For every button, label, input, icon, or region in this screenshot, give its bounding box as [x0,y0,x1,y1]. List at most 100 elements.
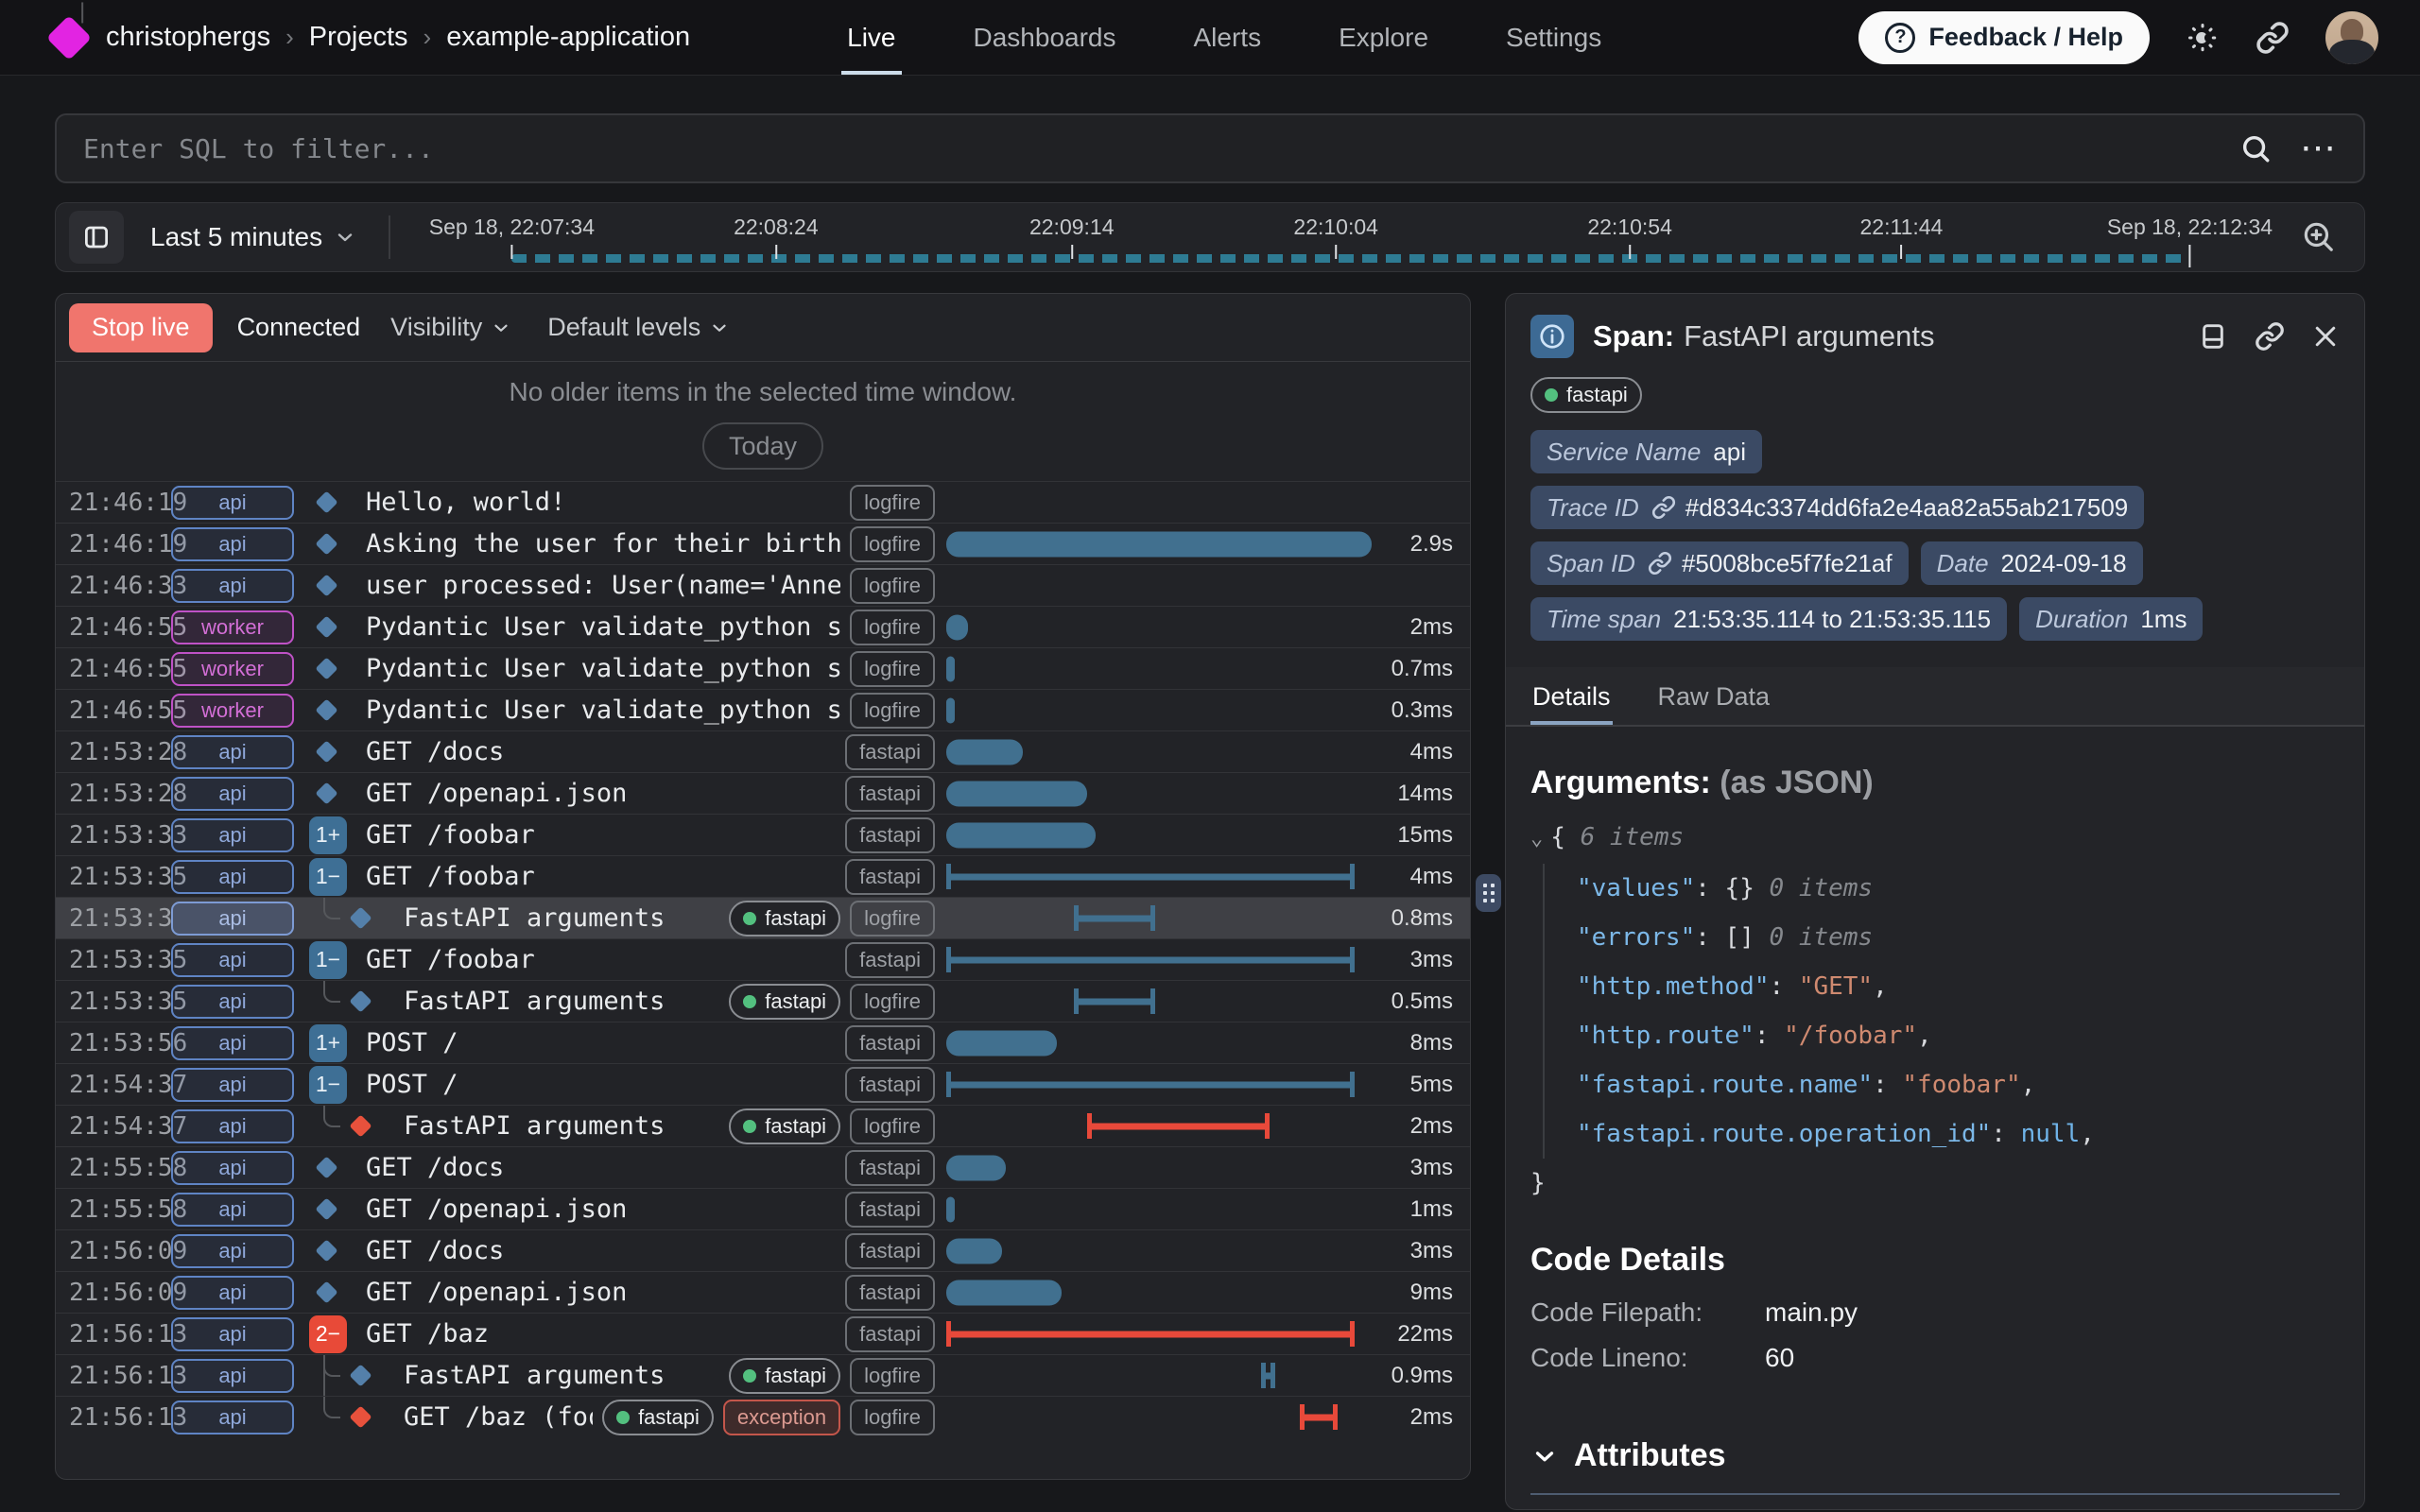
meta-chip-span-id[interactable]: Span ID#5008bce5f7fe21af [1530,541,1909,585]
detail-tab-raw-data[interactable]: Raw Data [1656,667,1772,725]
row-duration: 3ms [1372,1155,1453,1181]
trace-row[interactable]: 21:53:35 api FastAPI arguments fastapilo… [56,897,1470,938]
trace-row[interactable]: 21:53:28 api GET /openapi.json fastapi 1… [56,772,1470,814]
trace-row[interactable]: 21:56:13 api 2− GET /baz fastapi 22ms [56,1313,1470,1354]
collapse-toggle-badge[interactable]: 1− [309,941,347,979]
detail-tab-details[interactable]: Details [1530,667,1613,725]
user-avatar[interactable] [2325,11,2378,64]
chip-value: 1ms [2140,605,2187,634]
collapse-toggle-badge[interactable]: 2− [309,1315,347,1353]
trace-row[interactable]: 21:53:35 api FastAPI arguments fastapilo… [56,980,1470,1022]
row-message: GET /baz [366,1319,836,1349]
chip-label: Span ID [1547,549,1635,578]
row-timestamp: 21:56:09 [69,1279,164,1307]
search-icon[interactable] [2239,132,2272,164]
trace-row[interactable]: 21:46:55 worker Pydantic User validate_p… [56,647,1470,689]
row-marker [307,981,394,1022]
trace-row[interactable]: 21:46:55 worker Pydantic User validate_p… [56,606,1470,647]
collapse-toggle-badge[interactable]: 1− [309,1066,347,1104]
chevron-down-icon[interactable]: ⌄ [1530,827,1543,850]
collapse-toggle-badge[interactable]: 1− [309,858,347,896]
trace-row[interactable]: 21:54:37 api FastAPI arguments fastapilo… [56,1105,1470,1146]
row-scope-tags: fastapiexceptionlogfire [602,1400,935,1435]
theme-toggle-icon[interactable] [2186,21,2220,55]
attributes-section-toggle[interactable]: Attributes [1530,1437,2340,1474]
trace-row[interactable]: 21:55:58 api GET /docs fastapi 3ms [56,1146,1470,1188]
code-detail-label: Code Lineno: [1530,1335,1765,1381]
breadcrumb-org[interactable]: christophergs [106,22,270,53]
service-tag-api: api [171,569,294,603]
duration-bar-area [946,648,1372,689]
scope-tag-fastapi: fastapi [845,1233,935,1269]
meta-chip-trace-id[interactable]: Trace ID#d834c3374dd6fa2e4aa82a55ab21750… [1530,486,2144,529]
scope-tag-fastapi: fastapi [845,1150,935,1186]
trace-row[interactable]: 21:56:09 api GET /docs fastapi 3ms [56,1229,1470,1271]
tab-alerts[interactable]: Alerts [1188,0,1268,75]
breadcrumb-project[interactable]: example-application [446,22,690,53]
code-detail-row: Code Filepath:main.py [1530,1290,2340,1335]
trace-row[interactable]: 21:53:33 api 1+ GET /foobar fastapi 15ms [56,814,1470,855]
trace-row[interactable]: 21:56:09 api GET /openapi.json fastapi 9… [56,1271,1470,1313]
close-icon[interactable] [2311,322,2340,351]
meta-chip-duration: Duration1ms [2019,597,2203,641]
split-view-icon[interactable] [2198,321,2228,352]
trace-row[interactable]: 21:53:35 api 1− GET /foobar fastapi 4ms [56,855,1470,897]
trace-row[interactable]: 21:53:28 api GET /docs fastapi 4ms [56,730,1470,772]
panel-resize-handle[interactable] [1476,874,1501,912]
breadcrumb-projects[interactable]: Projects [309,22,408,53]
trace-row[interactable]: 21:46:19 api Hello, world! logfire [56,481,1470,523]
logfire-logo-icon[interactable] [46,14,92,60]
tab-live[interactable]: Live [841,0,901,75]
trace-row[interactable]: 21:55:58 api GET /openapi.json fastapi 1… [56,1188,1470,1229]
row-marker: 1+ [307,815,356,855]
trace-row[interactable]: 21:46:19 api Asking the user for their b… [56,523,1470,564]
collapse-toggle-badge[interactable]: 1+ [309,1024,347,1062]
tree-connector [323,1355,340,1377]
row-scope-tags: fastapi [845,1025,935,1061]
share-link-icon[interactable] [2256,21,2290,55]
main-content: Stop live Connected Visibility Default l… [55,293,2365,1510]
duration-bar-area [946,482,1372,523]
time-range-select[interactable]: Last 5 minutes [145,221,362,253]
sql-filter-bar: ⋯ [55,113,2365,183]
row-scope-tags: fastapi [845,942,935,978]
default-levels-dropdown[interactable]: Default levels [542,312,735,343]
duration-bar [1074,915,1155,921]
tree-connector [323,898,340,919]
json-line: ⌄{ 9 items [1530,1504,2340,1509]
grip-dots-icon [1483,884,1495,902]
scope-tag-fastapi: fastapi [729,1358,840,1394]
duration-bar-area [946,1272,1372,1313]
tab-settings[interactable]: Settings [1500,0,1607,75]
trace-row[interactable]: 21:53:35 api 1− GET /foobar fastapi 3ms [56,938,1470,980]
collapse-toggle-badge[interactable]: 1+ [309,816,347,854]
duration-bar-area [946,607,1372,647]
today-button[interactable]: Today [702,422,823,470]
row-marker [307,773,356,814]
stop-live-button[interactable]: Stop live [69,303,213,352]
chip-label: Service Name [1547,438,1701,467]
sidebar-toggle-icon[interactable] [69,211,124,264]
trace-row[interactable]: 21:56:13 api FastAPI arguments fastapilo… [56,1354,1470,1396]
copy-link-icon[interactable] [2255,321,2285,352]
trace-row[interactable]: 21:46:33 api user processed: User(name='… [56,564,1470,606]
service-tag-api: api [171,1276,294,1310]
tab-dashboards[interactable]: Dashboards [968,0,1122,75]
sql-filter-input[interactable] [81,132,2239,165]
duration-bar-area [946,731,1372,772]
more-options-icon[interactable]: ⋯ [2300,139,2339,158]
scope-tag-logfire: logfire [850,1400,935,1435]
zoom-in-icon[interactable] [2294,217,2342,258]
span-diamond-icon [349,989,372,1012]
tab-explore[interactable]: Explore [1333,0,1434,75]
trace-row[interactable]: 21:56:13 api GET /baz (foobar) fastapiex… [56,1396,1470,1437]
visibility-dropdown[interactable]: Visibility [385,312,517,343]
feedback-help-button[interactable]: ? Feedback / Help [1858,11,2150,64]
timeline[interactable]: Sep 18, 22:07:3422:08:2422:09:1422:10:04… [413,203,2273,271]
service-tag-api: api [171,985,294,1019]
live-trace-panel: Stop live Connected Visibility Default l… [55,293,1471,1480]
trace-row[interactable]: 21:54:37 api 1− POST / fastapi 5ms [56,1063,1470,1105]
span-diamond-icon [315,1239,337,1262]
trace-row[interactable]: 21:53:56 api 1+ POST / fastapi 8ms [56,1022,1470,1063]
trace-row[interactable]: 21:46:55 worker Pydantic User validate_p… [56,689,1470,730]
